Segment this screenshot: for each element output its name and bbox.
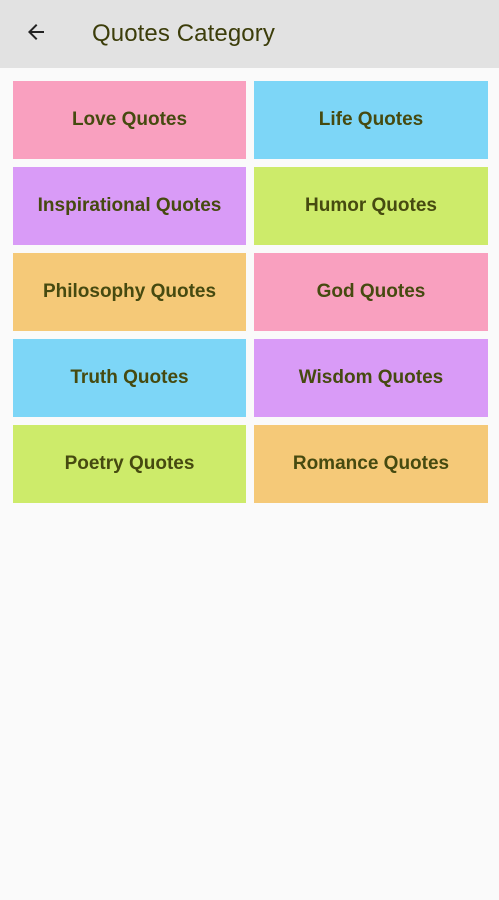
category-love[interactable]: Love Quotes [13,81,246,159]
app-bar: Quotes Category [0,0,499,68]
category-romance[interactable]: Romance Quotes [254,425,488,503]
category-poetry[interactable]: Poetry Quotes [13,425,246,503]
category-truth[interactable]: Truth Quotes [13,339,246,417]
category-life[interactable]: Life Quotes [254,81,488,159]
category-inspirational[interactable]: Inspirational Quotes [13,167,246,245]
category-grid: Love Quotes Life Quotes Inspirational Qu… [13,81,488,503]
arrow-left-icon [28,24,44,40]
category-god[interactable]: God Quotes [254,253,488,331]
category-humor[interactable]: Humor Quotes [254,167,488,245]
back-button[interactable] [18,14,54,50]
page-title: Quotes Category [92,20,275,47]
category-philosophy[interactable]: Philosophy Quotes [13,253,246,331]
category-wisdom[interactable]: Wisdom Quotes [254,339,488,417]
